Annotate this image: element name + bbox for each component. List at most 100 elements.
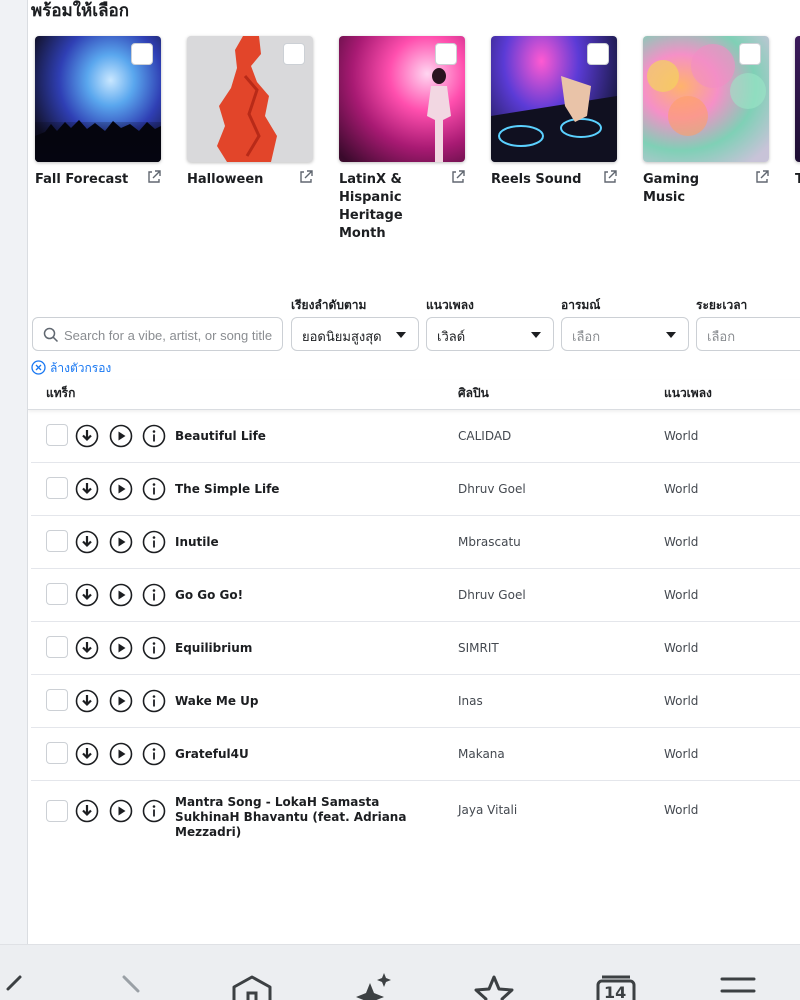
genre-select[interactable]: เวิลด์ bbox=[426, 317, 554, 351]
row-checkbox[interactable] bbox=[46, 424, 68, 446]
table-row[interactable]: The Simple Life Dhruv Goel World bbox=[31, 463, 800, 516]
download-icon[interactable] bbox=[75, 742, 99, 766]
info-icon[interactable] bbox=[142, 689, 166, 713]
play-icon[interactable] bbox=[109, 799, 133, 823]
track-title[interactable]: Mantra Song - LokaH Samasta SukhinaH Bha… bbox=[175, 795, 435, 840]
search-icon bbox=[43, 327, 59, 343]
download-icon[interactable] bbox=[75, 424, 99, 448]
home-icon[interactable] bbox=[228, 973, 276, 1000]
download-icon[interactable] bbox=[75, 689, 99, 713]
download-icon[interactable] bbox=[75, 583, 99, 607]
table-row[interactable]: Wake Me Up Inas World bbox=[31, 675, 800, 728]
bookmark-star-icon[interactable] bbox=[470, 973, 518, 1000]
playlist-card[interactable]: LatinX & Hispanic Heritage Month bbox=[339, 36, 469, 241]
track-title[interactable]: The Simple Life bbox=[175, 482, 435, 497]
playlist-checkbox[interactable] bbox=[131, 43, 153, 65]
mood-select[interactable]: เลือก bbox=[561, 317, 689, 351]
row-checkbox[interactable] bbox=[46, 636, 68, 658]
track-title[interactable]: Inutile bbox=[175, 535, 435, 550]
duration-select[interactable]: เลือก bbox=[696, 317, 800, 351]
sparkle-icon[interactable] bbox=[350, 973, 396, 1000]
playlist-checkbox[interactable] bbox=[739, 43, 761, 65]
table-row[interactable]: Inutile Mbrascatu World bbox=[31, 516, 800, 569]
playlist-name: Halloween bbox=[187, 172, 264, 187]
play-icon[interactable] bbox=[109, 742, 133, 766]
track-genre: World bbox=[664, 803, 699, 817]
playlist-card[interactable]: Gaming Music bbox=[643, 36, 773, 205]
info-icon[interactable] bbox=[142, 742, 166, 766]
track-artist: Dhruv Goel bbox=[458, 588, 526, 602]
column-header-genre[interactable]: แนวเพลง bbox=[664, 384, 712, 403]
track-title[interactable]: Beautiful Life bbox=[175, 429, 435, 444]
row-checkbox[interactable] bbox=[46, 477, 68, 499]
info-icon[interactable] bbox=[142, 636, 166, 660]
info-icon[interactable] bbox=[142, 424, 166, 448]
table-row[interactable]: Equilibrium SIMRIT World bbox=[31, 622, 800, 675]
play-icon[interactable] bbox=[109, 636, 133, 660]
info-icon[interactable] bbox=[142, 530, 166, 554]
playlist-card[interactable]: Reels Sound bbox=[491, 36, 621, 187]
column-header-track[interactable]: แทร็ก bbox=[46, 384, 75, 403]
row-checkbox[interactable] bbox=[46, 742, 68, 764]
external-link-icon[interactable] bbox=[450, 169, 466, 185]
playlist-card[interactable]: Fall Forecast bbox=[35, 36, 165, 187]
track-genre: World bbox=[664, 694, 699, 708]
play-icon[interactable] bbox=[109, 530, 133, 554]
search-box[interactable] bbox=[32, 317, 283, 351]
info-icon[interactable] bbox=[142, 477, 166, 501]
playlist-checkbox[interactable] bbox=[283, 43, 305, 65]
row-checkbox[interactable] bbox=[46, 530, 68, 552]
info-icon[interactable] bbox=[142, 583, 166, 607]
table-row[interactable]: Mantra Song - LokaH Samasta SukhinaH Bha… bbox=[31, 781, 800, 843]
row-checkbox[interactable] bbox=[46, 800, 68, 822]
row-checkbox[interactable] bbox=[46, 583, 68, 605]
external-link-icon[interactable] bbox=[298, 169, 314, 185]
download-icon[interactable] bbox=[75, 799, 99, 823]
track-title[interactable]: Equilibrium bbox=[175, 641, 435, 656]
row-checkbox[interactable] bbox=[46, 689, 68, 711]
playlist-checkbox[interactable] bbox=[435, 43, 457, 65]
playlist-thumbnail[interactable] bbox=[643, 36, 769, 162]
genre-label: แนวเพลง bbox=[426, 298, 474, 312]
external-link-icon[interactable] bbox=[146, 169, 162, 185]
playlist-thumbnail[interactable] bbox=[491, 36, 617, 162]
info-icon[interactable] bbox=[142, 799, 166, 823]
download-icon[interactable] bbox=[75, 636, 99, 660]
playlist-thumbnail[interactable] bbox=[339, 36, 465, 162]
track-genre: World bbox=[664, 429, 699, 443]
chevron-down-icon bbox=[666, 332, 676, 338]
table-row[interactable]: Beautiful Life CALIDAD World bbox=[31, 410, 800, 463]
play-icon[interactable] bbox=[109, 424, 133, 448]
track-artist: SIMRIT bbox=[458, 641, 499, 655]
track-artist: Mbrascatu bbox=[458, 535, 521, 549]
track-title[interactable]: Go Go Go! bbox=[175, 588, 435, 603]
playlist-card[interactable]: T S bbox=[795, 36, 800, 187]
track-title[interactable]: Grateful4U bbox=[175, 747, 435, 762]
play-icon[interactable] bbox=[109, 477, 133, 501]
browser-bottom-bar: 14 bbox=[0, 944, 800, 1000]
sort-select[interactable]: ยอดนิยมสูงสุด bbox=[291, 317, 419, 351]
tabs-button[interactable]: 14 bbox=[592, 975, 640, 1000]
search-input[interactable] bbox=[64, 325, 279, 345]
column-header-artist[interactable]: ศิลปิน bbox=[458, 384, 489, 403]
play-icon[interactable] bbox=[109, 583, 133, 607]
download-icon[interactable] bbox=[75, 530, 99, 554]
playlist-checkbox[interactable] bbox=[587, 43, 609, 65]
playlist-thumbnail[interactable] bbox=[795, 36, 800, 162]
external-link-icon[interactable] bbox=[602, 169, 618, 185]
download-icon[interactable] bbox=[75, 477, 99, 501]
external-link-icon[interactable] bbox=[754, 169, 770, 185]
playlist-card[interactable]: Halloween bbox=[187, 36, 317, 187]
forward-icon[interactable] bbox=[118, 973, 148, 1000]
play-icon[interactable] bbox=[109, 689, 133, 713]
duration-select-value: เลือก bbox=[707, 330, 736, 345]
playlist-thumbnail[interactable] bbox=[35, 36, 161, 162]
track-artist: Makana bbox=[458, 747, 505, 761]
playlist-thumbnail[interactable] bbox=[187, 36, 313, 162]
back-icon[interactable] bbox=[0, 973, 30, 1000]
menu-icon[interactable] bbox=[716, 973, 760, 1000]
track-title[interactable]: Wake Me Up bbox=[175, 694, 435, 709]
table-row[interactable]: Go Go Go! Dhruv Goel World bbox=[31, 569, 800, 622]
chevron-down-icon bbox=[396, 332, 406, 338]
table-row[interactable]: Grateful4U Makana World bbox=[31, 728, 800, 781]
